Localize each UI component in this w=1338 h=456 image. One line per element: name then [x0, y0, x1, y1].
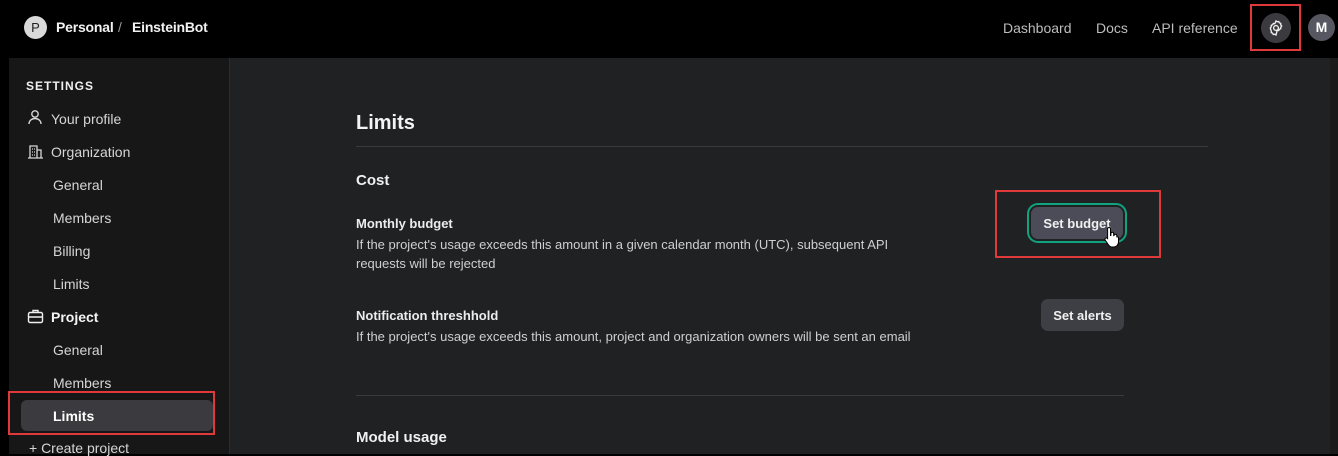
- notification-threshold-description: If the project's usage exceeds this amou…: [356, 329, 911, 344]
- breadcrumb-separator: /: [118, 19, 122, 35]
- hand-cursor-icon: [1104, 226, 1119, 248]
- user-avatar[interactable]: M: [1308, 14, 1335, 41]
- nav-dashboard-link[interactable]: Dashboard: [1003, 20, 1072, 36]
- nav-api-reference-link[interactable]: API reference: [1152, 20, 1238, 36]
- sidebar-item-org-members[interactable]: Members: [53, 210, 111, 226]
- cost-heading: Cost: [356, 172, 390, 189]
- workspace-avatar[interactable]: P: [24, 16, 47, 39]
- monthly-budget-title: Monthly budget: [356, 216, 453, 231]
- set-alerts-button[interactable]: Set alerts: [1041, 299, 1124, 331]
- briefcase-icon: [27, 309, 44, 324]
- notification-threshold-title: Notification threshhold: [356, 308, 499, 323]
- page-title: Limits: [356, 112, 415, 134]
- model-usage-heading: Model usage: [356, 429, 447, 446]
- title-divider: [356, 146, 1208, 147]
- sidebar-item-your-profile[interactable]: Your profile: [51, 111, 121, 127]
- sidebar-item-project-members[interactable]: Members: [53, 375, 111, 391]
- sidebar-item-org-limits[interactable]: Limits: [53, 276, 90, 292]
- highlight-box-limits: [8, 391, 215, 435]
- monthly-budget-description: If the project's usage exceeds this amou…: [356, 237, 889, 271]
- sidebar-item-project[interactable]: Project: [51, 309, 98, 325]
- person-icon: [28, 110, 42, 125]
- section-divider: [356, 395, 1124, 396]
- highlight-box-set-budget: [995, 190, 1161, 258]
- nav-docs-link[interactable]: Docs: [1096, 20, 1128, 36]
- top-bar: P Personal / EinsteinBot Dashboard Docs …: [0, 0, 1338, 58]
- building-icon: [28, 145, 43, 159]
- sidebar-item-org-general[interactable]: General: [53, 177, 103, 193]
- main-content: Limits Cost Monthly budget If the projec…: [230, 58, 1330, 454]
- breadcrumb-workspace[interactable]: Personal: [56, 19, 114, 35]
- sidebar-item-organization[interactable]: Organization: [51, 144, 130, 160]
- breadcrumb-project[interactable]: EinsteinBot: [132, 19, 208, 35]
- sidebar-item-project-general[interactable]: General: [53, 342, 103, 358]
- highlight-box-settings: [1250, 4, 1301, 51]
- scrollbar[interactable]: [1330, 58, 1338, 454]
- sidebar-heading: SETTINGS: [26, 79, 95, 93]
- sidebar-item-org-billing[interactable]: Billing: [53, 243, 90, 259]
